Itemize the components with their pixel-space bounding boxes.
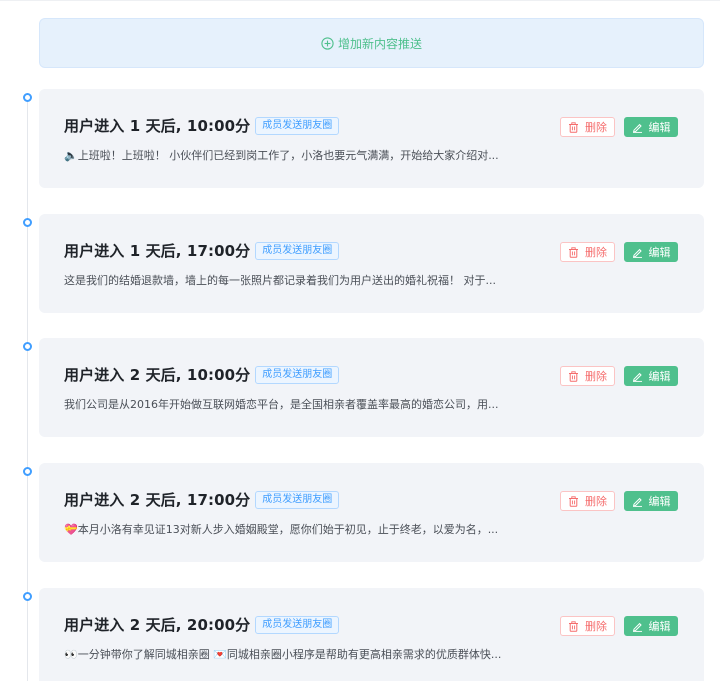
delete-button[interactable]: 删除 <box>560 242 615 262</box>
plus-circle-icon <box>321 36 334 50</box>
push-type-tag: 成员发送朋友圈 <box>255 615 340 634</box>
pencil-icon <box>632 122 643 133</box>
push-item-title: 用户进入 2 天后, 17:00分 <box>64 491 251 509</box>
pencil-icon <box>632 496 643 507</box>
push-item-card-4: 用户进入 2 天后, 17:00分 成员发送朋友圈 💝本月小洛有幸见证13对新人… <box>39 463 704 562</box>
edit-label: 编辑 <box>648 620 671 633</box>
pencil-icon <box>632 371 643 382</box>
add-content-push-label: 增加新内容推送 <box>337 36 422 51</box>
trash-icon <box>568 370 579 382</box>
page: 增加新内容推送 用户进入 1 天后, 10:00分 成员发送朋友圈 🔈上班啦！上… <box>0 0 720 681</box>
edit-label: 编辑 <box>648 121 671 134</box>
delete-button[interactable]: 删除 <box>560 117 615 137</box>
timeline-dot <box>23 342 32 351</box>
delete-label: 删除 <box>585 620 607 633</box>
push-item-title: 用户进入 1 天后, 10:00分 <box>64 117 251 135</box>
edit-button[interactable]: 编辑 <box>624 117 678 137</box>
push-type-tag: 成员发送朋友圈 <box>255 116 340 135</box>
push-item-title: 用户进入 2 天后, 20:00分 <box>64 616 251 634</box>
top-divider <box>0 0 720 1</box>
edit-button[interactable]: 编辑 <box>624 491 678 511</box>
timeline-dot <box>23 467 32 476</box>
edit-label: 编辑 <box>648 246 671 259</box>
add-content-push-button[interactable]: 增加新内容推送 <box>39 18 704 68</box>
edit-button[interactable]: 编辑 <box>624 616 678 636</box>
edit-button[interactable]: 编辑 <box>624 366 678 386</box>
push-item-description: 我们公司是从2016年开始做互联网婚恋平台，是全国相亲者覆盖率最高的婚恋公司，用… <box>64 398 499 411</box>
delete-label: 删除 <box>585 495 607 508</box>
push-item-card-2: 用户进入 1 天后, 17:00分 成员发送朋友圈 这是我们的结婚退款墙，墙上的… <box>39 214 704 313</box>
delete-button[interactable]: 删除 <box>560 366 615 386</box>
push-item-description: 👀一分钟带你了解同城相亲圈 💌同城相亲圈小程序是帮助有更高相亲需求的优质群体快.… <box>64 648 502 661</box>
card-title-row: 用户进入 1 天后, 10:00分 成员发送朋友圈 <box>64 115 340 136</box>
pencil-icon <box>632 247 643 258</box>
push-type-tag: 成员发送朋友圈 <box>255 490 340 509</box>
trash-icon <box>568 495 579 507</box>
trash-icon <box>568 246 579 258</box>
delete-label: 删除 <box>585 121 607 134</box>
timeline-dot <box>23 93 32 102</box>
delete-button[interactable]: 删除 <box>560 491 615 511</box>
timeline-dot <box>23 592 32 601</box>
timeline-dot <box>23 218 32 227</box>
push-item-description: 💝本月小洛有幸见证13对新人步入婚姻殿堂，愿你们始于初见，止于终老，以爱为名，.… <box>64 523 499 536</box>
card-title-row: 用户进入 2 天后, 20:00分 成员发送朋友圈 <box>64 614 340 635</box>
delete-label: 删除 <box>585 370 607 383</box>
push-item-card-3: 用户进入 2 天后, 10:00分 成员发送朋友圈 我们公司是从2016年开始做… <box>39 338 704 437</box>
delete-label: 删除 <box>585 246 607 259</box>
card-title-row: 用户进入 2 天后, 17:00分 成员发送朋友圈 <box>64 489 340 510</box>
card-title-row: 用户进入 1 天后, 17:00分 成员发送朋友圈 <box>64 240 340 261</box>
delete-button[interactable]: 删除 <box>560 616 615 636</box>
push-type-tag: 成员发送朋友圈 <box>255 241 340 260</box>
push-item-title: 用户进入 2 天后, 10:00分 <box>64 366 251 384</box>
trash-icon <box>568 620 579 632</box>
push-item-card-5: 用户进入 2 天后, 20:00分 成员发送朋友圈 👀一分钟带你了解同城相亲圈 … <box>39 588 704 681</box>
push-item-title: 用户进入 1 天后, 17:00分 <box>64 242 251 260</box>
edit-button[interactable]: 编辑 <box>624 242 678 262</box>
push-item-description: 🔈上班啦！上班啦！ 小伙伴们已经到岗工作了，小洛也要元气满满，开始给大家介绍对.… <box>64 149 499 162</box>
push-type-tag: 成员发送朋友圈 <box>255 365 340 384</box>
edit-label: 编辑 <box>648 495 671 508</box>
card-title-row: 用户进入 2 天后, 10:00分 成员发送朋友圈 <box>64 364 340 385</box>
trash-icon <box>568 121 579 133</box>
push-item-card-1: 用户进入 1 天后, 10:00分 成员发送朋友圈 🔈上班啦！上班啦！ 小伙伴们… <box>39 89 704 188</box>
edit-label: 编辑 <box>648 370 671 383</box>
pencil-icon <box>632 621 643 632</box>
push-item-description: 这是我们的结婚退款墙，墙上的每一张照片都记录着我们为用户送出的婚礼祝福！ 对于.… <box>64 274 496 287</box>
